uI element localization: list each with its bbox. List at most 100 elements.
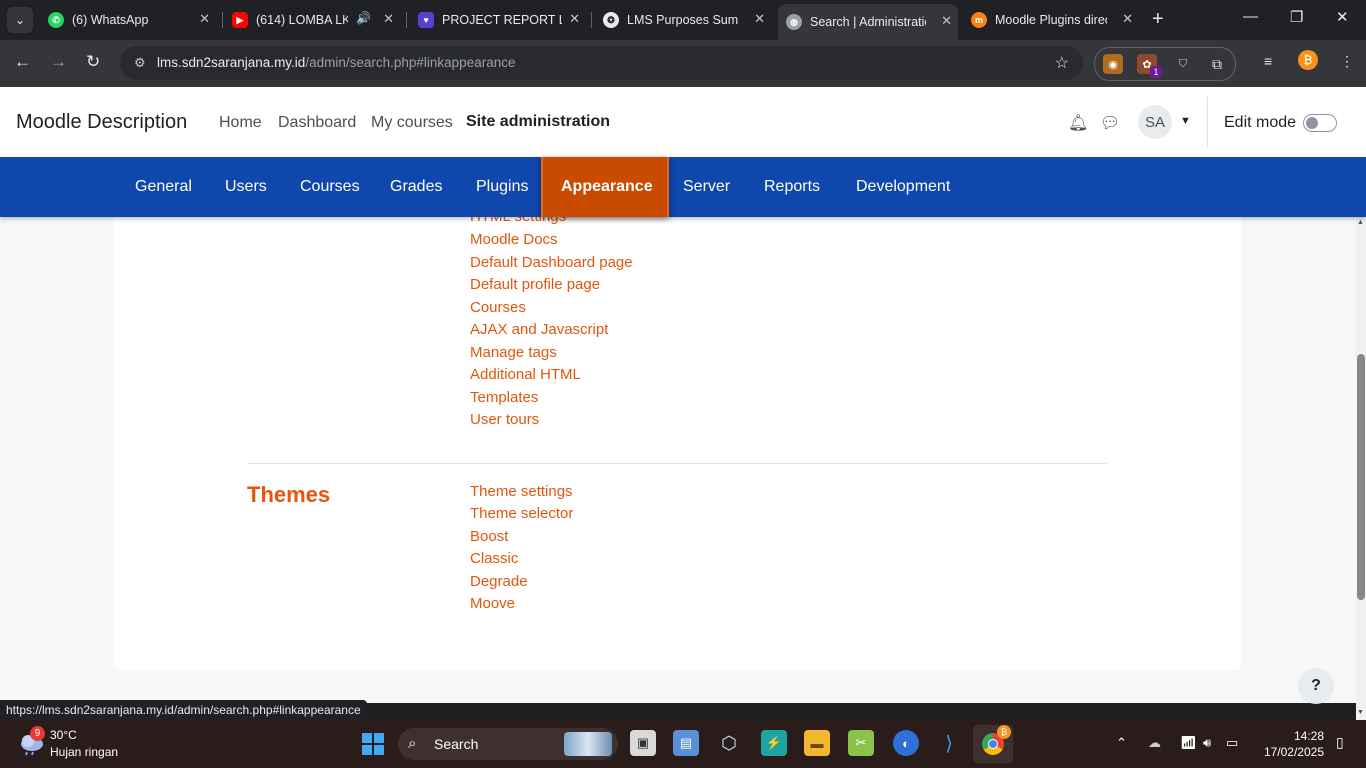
app-browser-icon[interactable]: ◐: [893, 730, 919, 756]
link-html-settings[interactable]: HTML settings: [470, 217, 566, 225]
youtube-icon: ▶: [232, 12, 248, 28]
app-chrome-icon[interactable]: ₿: [973, 725, 1013, 763]
reload-icon[interactable]: ↻: [86, 52, 100, 72]
link-ajax-javascript[interactable]: AJAX and Javascript: [470, 321, 608, 338]
subnav-users[interactable]: Users: [225, 157, 267, 217]
moodle-navbar: Moodle Description Home Dashboard My cou…: [0, 87, 1366, 158]
link-theme-classic[interactable]: Classic: [470, 550, 518, 567]
extensions-puzzle-icon[interactable]: ⧉: [1207, 54, 1227, 74]
section-divider: [247, 463, 1107, 464]
restore-icon[interactable]: ❐: [1290, 8, 1303, 26]
nav-my-courses[interactable]: My courses: [371, 114, 453, 132]
admin-settings-card: [114, 217, 1241, 670]
site-brand[interactable]: Moodle Description: [16, 111, 187, 134]
link-default-profile-page[interactable]: Default profile page: [470, 276, 600, 293]
taskbar-clock[interactable]: 14:28: [1262, 729, 1324, 743]
weather-temperature[interactable]: 30°C: [50, 728, 77, 742]
address-bar[interactable]: ⚙ lms.sdn2saranjana.my.id/admin/search.p…: [120, 46, 1083, 80]
scroll-up-arrow-icon[interactable]: ▲: [1357, 219, 1364, 226]
subnav-grades[interactable]: Grades: [390, 157, 442, 217]
edit-mode-toggle[interactable]: [1303, 114, 1337, 132]
weather-description[interactable]: Hujan ringan: [50, 745, 118, 759]
scroll-down-arrow-icon[interactable]: ▼: [1357, 709, 1364, 716]
app-virtualbox-icon[interactable]: ⬡: [716, 730, 742, 756]
app-calculator-icon[interactable]: ▤: [673, 730, 699, 756]
tab-lms-purposes[interactable]: ❂ LMS Purposes Summ ✕: [603, 6, 771, 34]
subnav-plugins[interactable]: Plugins: [476, 157, 528, 217]
scrollbar-thumb[interactable]: [1357, 354, 1365, 600]
nav-dashboard[interactable]: Dashboard: [278, 114, 356, 132]
taskbar-date[interactable]: 17/02/2025: [1252, 745, 1324, 759]
subnav-appearance[interactable]: Appearance: [541, 157, 669, 217]
close-icon[interactable]: ✕: [383, 11, 394, 27]
tab-youtube[interactable]: ▶ (614) LOMBA LKS 🔊 ✕: [232, 6, 400, 34]
tray-battery-icon[interactable]: ▭: [1226, 735, 1238, 751]
window-close-icon[interactable]: ✕: [1336, 8, 1349, 26]
section-title-themes[interactable]: Themes: [247, 482, 330, 508]
media-control-icon[interactable]: ≡: [1264, 53, 1272, 69]
link-user-tours[interactable]: User tours: [470, 411, 539, 428]
app-power-automate-icon[interactable]: ⚡: [761, 730, 787, 756]
windows-start-icon[interactable]: [361, 732, 385, 756]
back-arrow-icon[interactable]: ←: [14, 52, 31, 72]
link-moodle-docs[interactable]: Moodle Docs: [470, 231, 558, 248]
tray-volume-icon[interactable]: 🔊︎: [1203, 735, 1211, 751]
link-templates[interactable]: Templates: [470, 389, 538, 406]
user-avatar[interactable]: SA: [1138, 105, 1172, 139]
site-settings-icon[interactable]: ⚙: [134, 55, 146, 71]
nav-site-administration[interactable]: Site administration: [466, 113, 610, 131]
app-vscode-icon[interactable]: ⟩: [936, 730, 962, 756]
bitcoin-icon[interactable]: ₿: [1298, 50, 1318, 70]
subnav-reports[interactable]: Reports: [764, 157, 820, 217]
minimize-icon[interactable]: —: [1243, 8, 1258, 25]
link-courses[interactable]: Courses: [470, 299, 526, 316]
app-file-explorer-icon[interactable]: ▬: [804, 730, 830, 756]
help-button[interactable]: ?: [1298, 668, 1334, 704]
close-icon[interactable]: ✕: [1122, 11, 1133, 27]
nav-home[interactable]: Home: [219, 114, 262, 132]
tab-search-administration[interactable]: ◍ Search | Administratio ✕: [778, 4, 958, 40]
subnav-courses[interactable]: Courses: [300, 157, 360, 217]
taskbar-search-box[interactable]: ⌕ Search: [398, 728, 618, 760]
link-theme-selector[interactable]: Theme selector: [470, 505, 573, 522]
page-scrollbar[interactable]: ▲ ▼: [1356, 217, 1366, 720]
browser-toolbar: ← → ↻ ⚙ lms.sdn2saranjana.my.id/admin/se…: [0, 40, 1366, 87]
link-additional-html[interactable]: Additional HTML: [470, 366, 581, 383]
link-default-dashboard-page[interactable]: Default Dashboard page: [470, 254, 633, 271]
link-theme-boost[interactable]: Boost: [470, 528, 508, 545]
speaker-icon[interactable]: 🔊: [356, 11, 371, 25]
subnav-general[interactable]: General: [135, 157, 192, 217]
windows-taskbar: 9 30°C Hujan ringan ⌕ Search ▣ ▤ ⬡ ⚡ ▬ ✂…: [0, 720, 1366, 768]
extension-popcorn-icon[interactable]: ◉: [1103, 54, 1123, 74]
tray-overflow-chevron-icon[interactable]: ⌃: [1116, 735, 1127, 751]
link-theme-moove[interactable]: Moove: [470, 595, 515, 612]
close-icon[interactable]: ✕: [569, 11, 580, 27]
link-manage-tags[interactable]: Manage tags: [470, 344, 557, 361]
link-theme-degrade[interactable]: Degrade: [470, 573, 528, 590]
tab-whatsapp[interactable]: ✆ (6) WhatsApp ✕: [48, 6, 216, 34]
tab-project-report[interactable]: ♥ PROJECT REPORT LEA ✕: [418, 6, 586, 34]
notification-bell-icon[interactable]: 🔔︎: [1068, 113, 1088, 133]
subnav-server[interactable]: Server: [683, 157, 730, 217]
subnav-development[interactable]: Development: [856, 157, 950, 217]
forward-arrow-icon[interactable]: →: [50, 52, 67, 72]
tab-search-menu-icon[interactable]: ⌄: [7, 7, 33, 33]
tab-moodle-plugins[interactable]: m Moodle Plugins direc ✕: [971, 6, 1139, 34]
link-status-bar: https://lms.sdn2saranjana.my.id/admin/se…: [0, 700, 367, 720]
close-icon[interactable]: ✕: [941, 13, 952, 29]
app-snipping-icon[interactable]: ✂: [848, 730, 874, 756]
close-icon[interactable]: ✕: [754, 11, 765, 27]
menu-kebab-icon[interactable]: ⋮: [1340, 53, 1354, 70]
bookmark-star-icon[interactable]: ☆: [1055, 53, 1069, 73]
tray-onedrive-icon[interactable]: ☁: [1148, 735, 1161, 751]
report-icon: ♥: [418, 12, 434, 28]
tray-wifi-icon[interactable]: 📶︎: [1180, 735, 1197, 751]
chevron-down-icon[interactable]: ▼: [1180, 115, 1191, 127]
messages-chat-icon[interactable]: 💬︎: [1100, 113, 1120, 133]
close-icon[interactable]: ✕: [199, 11, 210, 27]
new-tab-plus-icon[interactable]: +: [1152, 9, 1164, 29]
notification-center-icon[interactable]: ▯: [1336, 734, 1344, 751]
link-theme-settings[interactable]: Theme settings: [470, 483, 573, 500]
task-view-icon[interactable]: ▣: [630, 730, 656, 756]
extension-shield-icon[interactable]: ⛉: [1173, 54, 1193, 74]
